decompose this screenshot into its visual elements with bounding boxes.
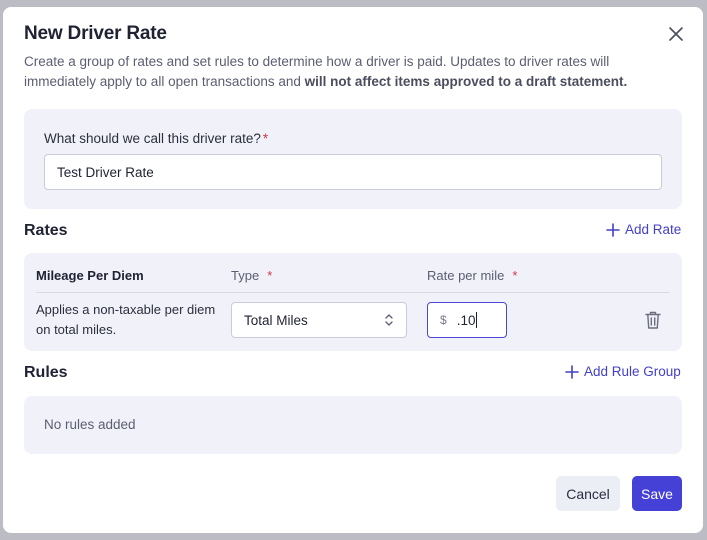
description-emphasis: will not affect items approved to a draf… bbox=[304, 74, 628, 89]
rates-section-title: Rates bbox=[24, 222, 68, 239]
dialog-title: New Driver Rate bbox=[24, 23, 167, 44]
rate-header-divider bbox=[36, 292, 670, 293]
add-rate-button[interactable]: Add Rate bbox=[606, 222, 681, 237]
cancel-button[interactable]: Cancel bbox=[556, 476, 620, 511]
add-rule-group-label: Add Rule Group bbox=[584, 364, 681, 379]
type-select[interactable]: Total Miles bbox=[231, 302, 407, 338]
currency-prefix: $ bbox=[440, 313, 447, 327]
trash-icon[interactable] bbox=[644, 310, 662, 330]
close-icon[interactable] bbox=[667, 25, 685, 43]
no-rules-text: No rules added bbox=[44, 417, 136, 432]
required-mark: * bbox=[262, 131, 269, 146]
type-select-value: Total Miles bbox=[244, 312, 308, 328]
rate-description: Applies a non-taxable per diem on total … bbox=[36, 302, 216, 337]
rate-name-input[interactable] bbox=[44, 154, 662, 190]
plus-icon bbox=[606, 222, 620, 237]
add-rate-label: Add Rate bbox=[625, 222, 682, 237]
new-driver-rate-dialog: New Driver Rate Create a group of rates … bbox=[3, 7, 703, 533]
type-header: Type * bbox=[231, 268, 273, 283]
text-caret bbox=[476, 312, 478, 328]
chevron-up-down-icon bbox=[385, 314, 393, 326]
rate-per-mile-header: Rate per mile * bbox=[427, 268, 518, 283]
save-button[interactable]: Save bbox=[632, 476, 682, 511]
rate-name-panel: What should we call this driver rate? * bbox=[24, 109, 682, 209]
rates-panel: Mileage Per Diem Type * Rate per mile * Ap… bbox=[24, 253, 682, 351]
dialog-description: Create a group of rates and set rules to… bbox=[24, 54, 628, 89]
add-rule-group-button[interactable]: Add Rule Group bbox=[565, 364, 681, 379]
rate-name-label: What should we call this driver rate? * bbox=[44, 131, 269, 146]
rate-name-header: Mileage Per Diem bbox=[36, 268, 144, 283]
rules-section-title: Rules bbox=[24, 364, 68, 381]
rate-per-mile-input[interactable]: $ .10 bbox=[427, 302, 507, 338]
plus-icon bbox=[565, 364, 579, 379]
rate-value: .10 bbox=[456, 312, 476, 328]
rules-panel: No rules added bbox=[24, 396, 682, 454]
required-mark: * bbox=[512, 268, 518, 283]
required-mark: * bbox=[267, 268, 273, 283]
